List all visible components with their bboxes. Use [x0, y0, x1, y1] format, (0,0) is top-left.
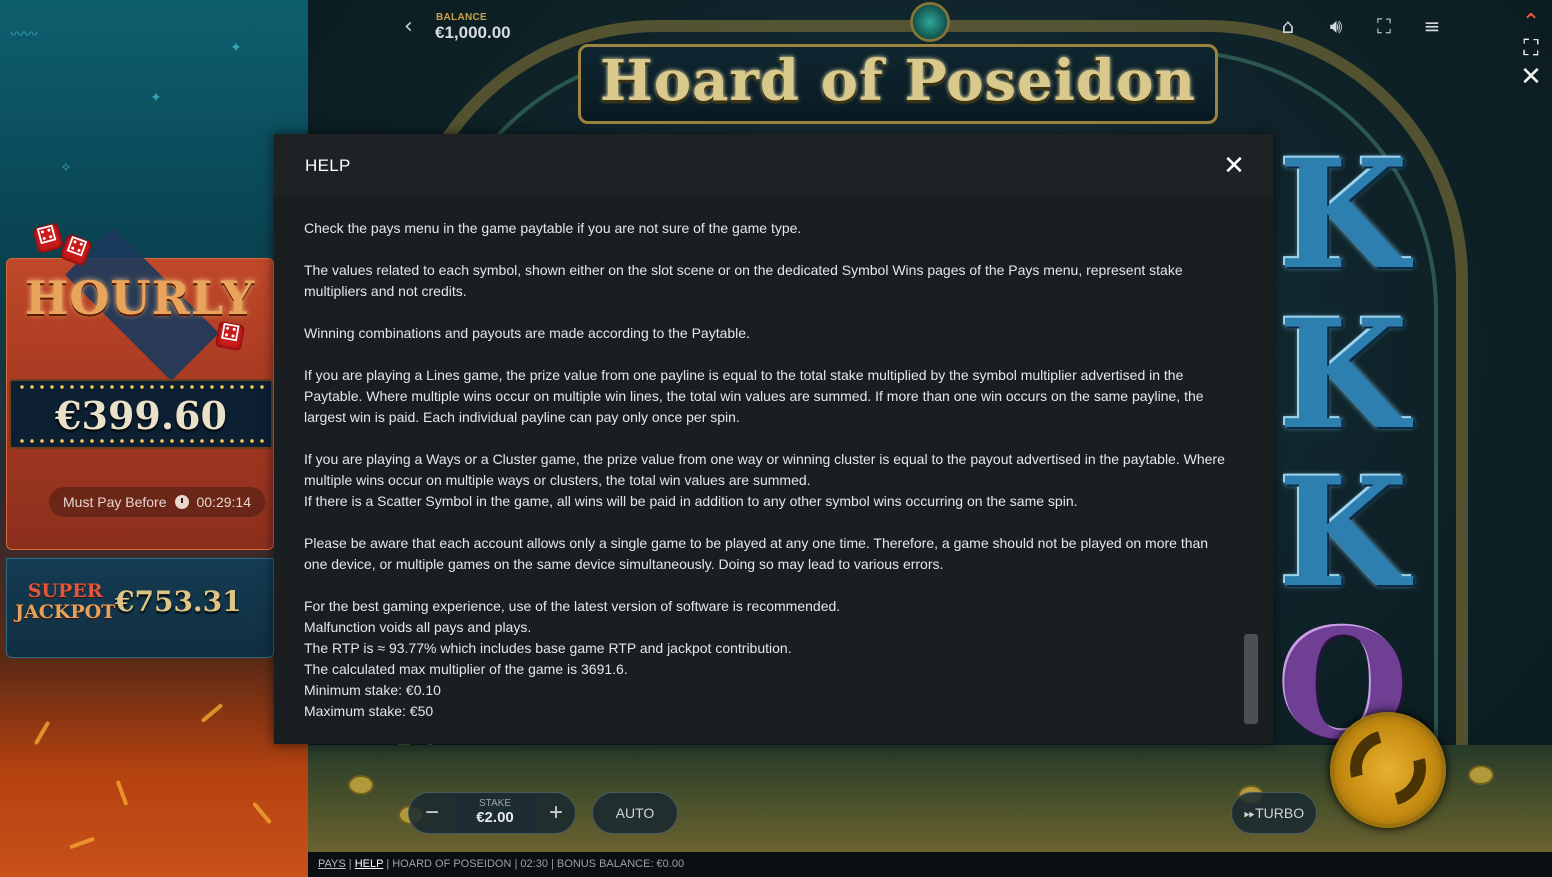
sparkle-decoration: ✦	[230, 40, 242, 56]
help-paragraph: Winning combinations and payouts are mad…	[304, 323, 1234, 344]
super-jackpot-label: SUPER JACKPOT	[15, 581, 115, 623]
expand-icon: ⛶	[1523, 36, 1539, 61]
balance-label: BALANCE	[436, 12, 487, 23]
close-icon: ✕	[1520, 62, 1542, 92]
trident-emblem-icon	[910, 2, 950, 42]
help-text-line: If there is a Scatter Symbol in the game…	[304, 493, 1078, 509]
stake-label: STAKE	[478, 798, 512, 809]
help-text-line: For the best gaming experience, use of t…	[304, 598, 841, 614]
reel-symbol: K	[1278, 127, 1409, 303]
footer-bonus-balance: BONUS BALANCE: €0.00	[556, 858, 685, 870]
jackpot-panel: 〰〰 ✦ ✧ ✦ HOURLY €399.60 Must Pay Before …	[0, 0, 308, 877]
must-pay-label: Must Pay Before	[63, 494, 167, 510]
sparkle-decoration: ✦	[150, 90, 162, 106]
countdown-value: 00:29:14	[196, 494, 252, 510]
help-dialog-header: HELP ✕	[274, 134, 1273, 198]
help-text-line: Malfunction voids all pays and plays.	[304, 619, 532, 635]
hourly-jackpot-title: HOURLY	[24, 271, 256, 325]
clock-icon	[174, 495, 189, 509]
coin-decoration	[1468, 765, 1494, 785]
sparkle-decoration: 〰〰	[10, 27, 38, 43]
help-dialog-title: HELP	[305, 156, 351, 175]
help-text-line: The values related to each symbol, shown…	[304, 262, 1183, 299]
game-logo: Hoard of Poseidon	[599, 48, 1197, 114]
hourly-jackpot: HOURLY €399.60 Must Pay Before 00:29:14	[6, 222, 274, 550]
reel-column: K K K Q	[1278, 127, 1409, 760]
help-paragraph: The values related to each symbol, shown…	[304, 260, 1234, 302]
stake-increase-button[interactable]: +	[533, 793, 579, 833]
help-text-line: The calculated max multiplier of the gam…	[304, 661, 628, 677]
help-text-line: If you are playing a Ways or a Cluster g…	[304, 451, 1225, 488]
stake-display: STAKE €2.00	[455, 793, 535, 833]
reel-symbol: K	[1278, 445, 1409, 621]
sound-icon: 🔊︎	[1329, 14, 1343, 38]
reel-symbol: K	[1278, 287, 1409, 463]
help-paragraph: If you are playing a Ways or a Cluster g…	[304, 449, 1234, 512]
close-icon: ✕	[1223, 151, 1245, 181]
home-icon: ⌂	[1281, 14, 1295, 38]
help-text-line: Minimum stake: €0.10	[304, 682, 441, 698]
help-paragraph: Please be aware that each account allows…	[304, 533, 1234, 575]
footer-help-link[interactable]: HELP	[355, 858, 384, 870]
help-text-line: Check the pays menu in the game paytable…	[304, 220, 802, 236]
help-paragraph: For the best gaming experience, use of t…	[304, 596, 1234, 722]
menu-button[interactable]: ≡	[1418, 12, 1446, 40]
help-dialog: HELP ✕ Check the pays menu in the game p…	[274, 134, 1273, 744]
collapse-button[interactable]: ⌃	[1512, 10, 1550, 35]
help-text-line: If you are playing a Lines game, the pri…	[304, 367, 1204, 425]
dice-icon	[32, 222, 64, 254]
chevron-left-icon: ‹	[404, 14, 413, 39]
sound-button[interactable]: 🔊︎	[1322, 12, 1350, 40]
hourly-jackpot-amount-box: €399.60	[9, 379, 273, 449]
help-text-line: Maximum stake: €50	[304, 703, 434, 719]
spin-arrows-icon	[1336, 716, 1440, 820]
fast-forward-icon: ⏩︎	[1243, 806, 1256, 822]
turbo-label: TURBO	[1255, 805, 1305, 821]
help-text-line: Winning combinations and payouts are mad…	[304, 325, 750, 341]
help-text-line: The RTP is ≈ 93.77% which includes base …	[304, 640, 792, 656]
help-paragraph: Check the pays menu in the game paytable…	[304, 218, 1234, 239]
sparkle-decoration: ✧	[60, 160, 72, 176]
stake-control: − STAKE €2.00 +	[408, 792, 576, 834]
exit-button[interactable]: ✕	[1512, 62, 1550, 92]
fullscreen-icon: ⛶	[1377, 14, 1391, 38]
footer-game-name: HOARD OF POSEIDON	[392, 858, 512, 870]
menu-icon: ≡	[1423, 14, 1441, 38]
footer-time: 02:30	[520, 858, 548, 870]
confetti-decoration	[115, 780, 129, 806]
dice-icon	[214, 320, 246, 352]
chevron-up-icon: ⌃	[1521, 10, 1541, 35]
marquee-lights	[17, 385, 265, 389]
help-content: Check the pays menu in the game paytable…	[304, 218, 1234, 743]
must-pay-before-timer: Must Pay Before 00:29:14	[49, 487, 265, 517]
footer-pays-link[interactable]: PAYS	[318, 858, 346, 870]
confetti-decoration	[252, 801, 272, 825]
help-paragraph: If you are playing a Lines game, the pri…	[304, 365, 1234, 428]
marquee-lights	[17, 439, 265, 443]
balance-value: €1,000.00	[435, 23, 511, 42]
back-button[interactable]: ‹	[404, 14, 413, 39]
help-close-button[interactable]: ✕	[1220, 152, 1248, 180]
help-scrollbar-thumb[interactable]	[1244, 634, 1258, 724]
hourly-jackpot-amount: €399.60	[55, 393, 227, 438]
super-jackpot: SUPER JACKPOT €753.31	[6, 558, 274, 658]
coin-decoration	[348, 775, 374, 795]
fullscreen-button[interactable]: ⛶	[1370, 12, 1398, 40]
turbo-button[interactable]: ⏩︎TURBO	[1231, 792, 1317, 834]
super-jackpot-amount: €753.31	[115, 585, 242, 618]
help-text-line: Please be aware that each account allows…	[304, 535, 1209, 572]
home-button[interactable]: ⌂	[1274, 12, 1302, 40]
confetti-decoration	[200, 703, 224, 723]
stake-value: €2.00	[476, 809, 514, 826]
expand-button[interactable]: ⛶	[1512, 36, 1550, 61]
spin-button[interactable]	[1330, 712, 1446, 828]
footer-bar: PAYS | HELP | HOARD OF POSEIDON | 02:30 …	[308, 852, 1552, 877]
confetti-decoration	[33, 720, 51, 746]
auto-button[interactable]: AUTO	[592, 792, 678, 834]
stake-decrease-button[interactable]: −	[409, 793, 455, 833]
super-jackpot-label-line1: SUPER	[27, 580, 103, 602]
confetti-decoration	[69, 836, 95, 850]
super-jackpot-label-line2: JACKPOT	[15, 601, 116, 623]
